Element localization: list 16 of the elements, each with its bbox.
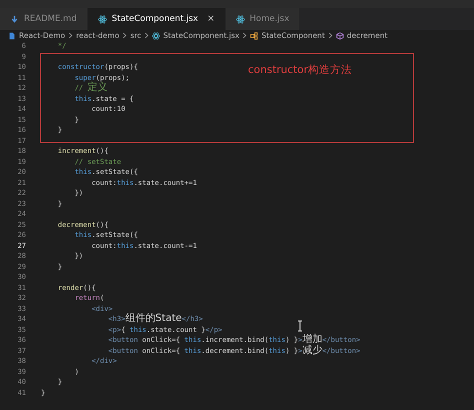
atom-icon [98, 14, 107, 24]
editor-tab[interactable]: Home.jsx [226, 8, 300, 30]
cube-icon [336, 32, 344, 40]
chevron-icon [122, 32, 128, 39]
chevron-icon [242, 32, 248, 39]
editor-tab[interactable]: README.md [0, 8, 87, 30]
annotation-text: constructor构造方法 [248, 63, 352, 77]
text-cursor-icon [297, 320, 303, 332]
class-icon [250, 32, 258, 40]
arrow-icon [10, 14, 19, 24]
chevron-icon [68, 32, 74, 39]
atom-icon [236, 14, 245, 24]
chevron-icon [144, 32, 150, 39]
atom-icon [152, 32, 160, 40]
editor-tab[interactable]: StateComponent.jsx × [88, 8, 225, 30]
chevron-icon [328, 32, 333, 39]
